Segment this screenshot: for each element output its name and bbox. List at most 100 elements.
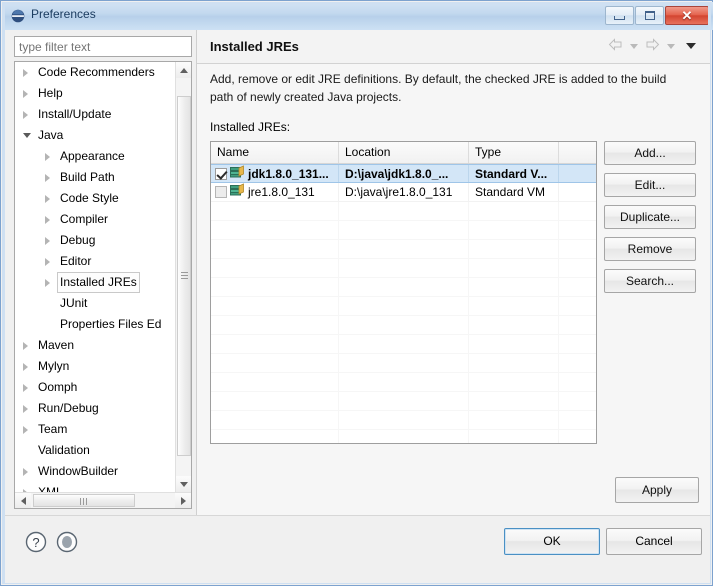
edit-button[interactable]: Edit... xyxy=(604,173,696,197)
tree-item-junit[interactable]: JUnit xyxy=(15,293,175,314)
expand-arrow-right-icon[interactable] xyxy=(45,195,50,203)
back-dropdown-caret-icon[interactable] xyxy=(630,43,638,49)
expand-arrow-right-icon[interactable] xyxy=(45,153,50,161)
maximize-button[interactable] xyxy=(635,6,664,25)
tree-item-label: Oomph xyxy=(38,380,78,394)
triangle-down-icon xyxy=(180,481,188,487)
expand-arrow-right-icon[interactable] xyxy=(23,90,28,98)
empty-cell xyxy=(211,335,339,353)
tree-item-properties-files-ed[interactable]: Properties Files Ed xyxy=(15,314,175,335)
scroll-left-button[interactable] xyxy=(15,493,31,508)
empty-cell xyxy=(469,221,559,239)
tree-item-compiler[interactable]: Compiler xyxy=(15,209,175,230)
expand-arrow-right-icon[interactable] xyxy=(45,279,50,287)
tree-item-label: Build Path xyxy=(60,170,115,184)
tree-item-validation[interactable]: Validation xyxy=(15,440,175,461)
empty-cell xyxy=(559,373,596,391)
apply-button[interactable]: Apply xyxy=(615,477,699,503)
expand-arrow-right-icon[interactable] xyxy=(23,405,28,413)
cell-spacer xyxy=(559,183,596,201)
back-arrow-icon[interactable] xyxy=(608,38,623,54)
table-row[interactable]: jdk1.8.0_131... D:\java\jdk1.8.0_... Stand… xyxy=(211,164,596,183)
row-checkbox[interactable] xyxy=(215,167,227,180)
expand-arrow-right-icon[interactable] xyxy=(23,384,28,392)
tree-item-build-path[interactable]: Build Path xyxy=(15,167,175,188)
column-header-name[interactable]: Name xyxy=(211,142,339,163)
horizontal-scroll-thumb[interactable] xyxy=(33,494,135,507)
tree-item-run-debug[interactable]: Run/Debug xyxy=(15,398,175,419)
tree-item-oomph[interactable]: Oomph xyxy=(15,377,175,398)
expand-arrow-right-icon[interactable] xyxy=(45,237,50,245)
table-empty-row xyxy=(211,316,596,335)
column-header-type[interactable]: Type xyxy=(469,142,559,163)
column-header-spacer[interactable] xyxy=(559,142,596,163)
content-header: Installed JREs xyxy=(197,30,710,64)
tree-item-code-style[interactable]: Code Style xyxy=(15,188,175,209)
expand-arrow-right-icon[interactable] xyxy=(23,363,28,371)
tree-item-label: Java xyxy=(38,128,64,142)
title-bar[interactable]: Preferences ✕ xyxy=(2,2,713,30)
filter-input[interactable] xyxy=(14,36,192,57)
tree-item-label: Debug xyxy=(60,233,96,247)
close-button[interactable]: ✕ xyxy=(665,6,709,25)
expand-arrow-right-icon[interactable] xyxy=(45,174,50,182)
expand-arrow-right-icon[interactable] xyxy=(23,111,28,119)
expand-arrow-right-icon[interactable] xyxy=(45,258,50,266)
empty-cell xyxy=(339,354,469,372)
table-empty-row xyxy=(211,411,596,430)
empty-cell xyxy=(339,392,469,410)
empty-cell xyxy=(559,430,596,443)
expand-arrow-right-icon[interactable] xyxy=(23,69,28,77)
scroll-up-button[interactable] xyxy=(176,62,191,78)
view-menu-caret-icon[interactable] xyxy=(686,43,696,49)
add-button[interactable]: Add... xyxy=(604,141,696,165)
tree-item-installed-jres[interactable]: Installed JREs xyxy=(15,272,175,293)
tree-item-java[interactable]: Java xyxy=(15,125,175,146)
expand-arrow-right-icon[interactable] xyxy=(45,216,50,224)
tree-item-editor[interactable]: Editor xyxy=(15,251,175,272)
empty-cell xyxy=(469,392,559,410)
forward-arrow-icon[interactable] xyxy=(645,38,660,54)
duplicate-button[interactable]: Duplicate... xyxy=(604,205,696,229)
empty-cell xyxy=(559,259,596,277)
tree-item-windowbuilder[interactable]: WindowBuilder xyxy=(15,461,175,482)
empty-cell xyxy=(339,297,469,315)
minimize-button[interactable] xyxy=(605,6,634,25)
tree-vertical-scrollbar[interactable] xyxy=(175,62,191,492)
column-header-location[interactable]: Location xyxy=(339,142,469,163)
tree-item-appearance[interactable]: Appearance xyxy=(15,146,175,167)
forward-dropdown-caret-icon[interactable] xyxy=(667,43,675,49)
tree-item-team[interactable]: Team xyxy=(15,419,175,440)
jre-icon xyxy=(230,165,245,182)
empty-cell xyxy=(559,335,596,353)
expand-arrow-right-icon[interactable] xyxy=(23,426,28,434)
tree-item-help[interactable]: Help xyxy=(15,83,175,104)
tree-item-maven[interactable]: Maven xyxy=(15,335,175,356)
tree-item-xml[interactable]: XML xyxy=(15,482,175,492)
empty-cell xyxy=(339,278,469,296)
tree-item-code-recommenders[interactable]: Code Recommenders xyxy=(15,62,175,83)
empty-cell xyxy=(469,430,559,443)
tree-item-install-update[interactable]: Install/Update xyxy=(15,104,175,125)
cell-type: Standard VM xyxy=(469,183,559,201)
oomph-record-icon[interactable] xyxy=(55,530,79,554)
scroll-right-button[interactable] xyxy=(175,493,191,508)
expand-arrow-right-icon[interactable] xyxy=(23,342,28,350)
expand-arrow-down-icon[interactable] xyxy=(23,133,31,138)
remove-button[interactable]: Remove xyxy=(604,237,696,261)
row-checkbox[interactable] xyxy=(215,186,227,198)
tree-item-debug[interactable]: Debug xyxy=(15,230,175,251)
tree-horizontal-scrollbar[interactable] xyxy=(15,492,191,508)
vertical-scroll-thumb[interactable] xyxy=(177,96,191,456)
installed-jres-table[interactable]: Name Location Type jdk1.8.0_131... D:\java\… xyxy=(210,141,597,444)
cancel-button[interactable]: Cancel xyxy=(606,528,702,555)
preferences-tree[interactable]: Code Recommenders Help Install/Update Java A… xyxy=(14,61,192,509)
tree-item-mylyn[interactable]: Mylyn xyxy=(15,356,175,377)
expand-arrow-right-icon[interactable] xyxy=(23,468,28,476)
content-inner: Add, remove or edit JRE definitions. By … xyxy=(197,65,710,516)
table-row[interactable]: jre1.8.0_131 D:\java\jre1.8.0_131 Standard… xyxy=(211,183,596,202)
search-button[interactable]: Search... xyxy=(604,269,696,293)
help-question-icon[interactable]: ? xyxy=(24,530,48,554)
ok-button[interactable]: OK xyxy=(504,528,600,555)
scroll-down-button[interactable] xyxy=(176,476,191,492)
